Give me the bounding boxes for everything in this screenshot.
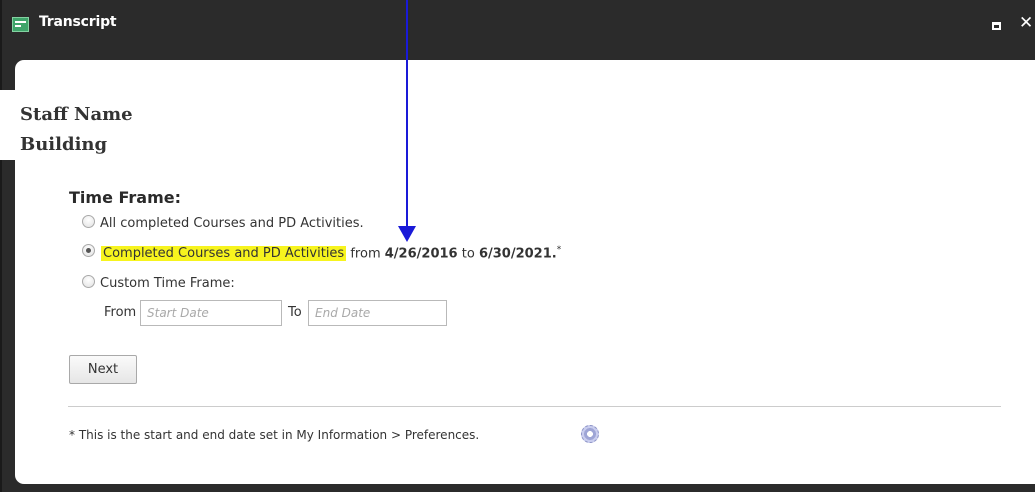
from-label: From [104,305,137,320]
gear-icon[interactable] [581,425,599,443]
highlighted-text: Completed Courses and PD Activities [101,246,347,262]
footnote-text: * This is the start and end date set in … [69,428,480,442]
radio-all-completed-label: All completed Courses and PD Activities. [100,216,364,231]
radio-custom-time-frame[interactable] [82,275,95,288]
annotation-arrow-head [398,226,416,242]
annotation-arrow-line [406,0,408,229]
time-frame-title: Time Frame: [69,188,182,207]
divider [68,406,1001,407]
to-label: To [288,305,302,320]
window-title: Transcript [39,14,117,30]
radio-completed-range-label: Completed Courses and PD Activities from… [101,245,562,262]
start-date-input[interactable] [140,300,282,326]
next-button[interactable]: Next [69,355,137,384]
from-word: from [350,246,381,262]
start-date-value: 4/26/2016 [384,246,458,262]
maximize-icon[interactable] [992,22,1001,30]
close-icon[interactable]: ✕ [1019,13,1033,33]
footnote-mark: * [556,245,562,255]
end-date-input[interactable] [308,300,447,326]
staff-name: Staff Name [20,104,133,125]
to-word: to [461,246,475,262]
title-bar: Transcript ✕ [2,0,1035,42]
transcript-window-icon [12,17,29,32]
radio-custom-time-frame-label: Custom Time Frame: [100,276,235,291]
end-date-value: 6/30/2021. [478,246,557,262]
radio-all-completed[interactable] [82,215,95,228]
radio-completed-range[interactable] [82,244,95,257]
building-name: Building [20,134,108,155]
